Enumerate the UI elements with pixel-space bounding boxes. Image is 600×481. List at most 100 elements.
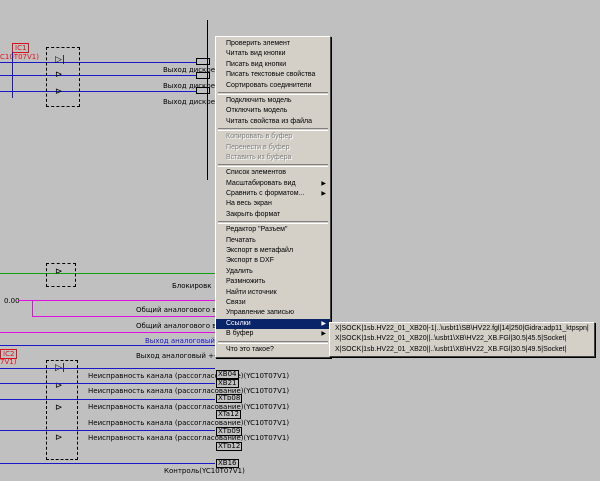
menu-label: Связи — [226, 298, 246, 306]
menu-item-connect-model[interactable]: Подключить модель — [216, 96, 330, 106]
fault-label-5: Неисправность канала (рассогласование)(Y… — [88, 419, 290, 427]
ic2-label: IC2 — [3, 350, 15, 358]
submenu-label: X|SOCK|1sb.HV22_01_XB20|-1|..\usbt1\SB\H… — [335, 325, 589, 332]
wire-analog-5 — [0, 332, 215, 333]
submenu-label: X|SOCK|1sb.HV22_01_XB20||..\usbt1\XB\HV2… — [335, 335, 567, 343]
transistor-icon-5: ⊳ — [55, 403, 63, 413]
value-readout: 0.00 — [4, 297, 20, 305]
context-menu: Проверить элемент Читать вид кнопки Писа… — [215, 36, 331, 358]
menu-label: Масштабировать вид — [226, 179, 296, 187]
menu-bottom-padding — [216, 355, 330, 357]
menu-item-to-buffer[interactable]: В буфер ▶ — [216, 329, 330, 339]
menu-label: Проверить элемент — [226, 40, 291, 47]
menu-label: Размножить — [226, 278, 266, 286]
menu-item-references[interactable]: Ссылки ▶ — [216, 318, 330, 330]
transistor-icon-3: ⊳ — [55, 267, 63, 277]
links-submenu: X|SOCK|1sb.HV22_01_XB20|-1|..\usbt1\SB\H… — [329, 322, 595, 358]
menu-item-read-props-file[interactable]: Читать свойства из файла — [216, 117, 330, 127]
submenu-arrow-icon: ▶ — [321, 331, 326, 338]
menu-item-duplicate[interactable]: Размножить — [216, 277, 330, 287]
menu-item-read-button-view[interactable]: Читать вид кнопки — [216, 49, 330, 59]
fault-label-6: Неисправность канала (рассогласование)(Y… — [88, 434, 290, 442]
transistor-icon-2: ⊳ — [55, 87, 63, 97]
menu-label: Ссылки — [226, 319, 251, 327]
wire-fault-2 — [0, 383, 215, 384]
menu-label: Писать текстовые свойства — [226, 71, 316, 79]
wire-fault-1 — [0, 368, 215, 369]
wire-analog-100 — [0, 345, 215, 346]
fault-tag-2[interactable]: XB21 — [216, 379, 239, 388]
menu-label: Читать вид кнопки — [226, 50, 286, 58]
submenu-bottom-padding — [330, 355, 594, 356]
menu-label: Редактор "Разъем" — [226, 226, 288, 234]
menu-item-whats-this[interactable]: Что это такое? — [216, 345, 330, 355]
menu-item-connector-editor[interactable]: Редактор "Разъем" — [216, 225, 330, 235]
wire-blocking — [0, 273, 215, 274]
wire-analog-drop — [32, 300, 33, 316]
menu-label: Экспорт в метафайл — [226, 247, 294, 255]
menu-item-find-source[interactable]: Найти источник — [216, 288, 330, 298]
menu-label: Сравнить с форматом... — [226, 190, 305, 198]
menu-item-compare-format[interactable]: Сравнить с форматом... ▶ — [216, 189, 330, 199]
ic1-part: C10T07V1) — [0, 53, 39, 61]
menu-item-zoom[interactable]: Масштабировать вид ▶ — [216, 179, 330, 189]
menu-label: Вставить из буфера — [226, 153, 292, 161]
menu-label: Найти источник — [226, 288, 277, 296]
wire-discrete-1 — [0, 62, 200, 63]
menu-label: Копировать в буфер — [226, 133, 293, 141]
fault-tag-6[interactable]: XTb12 — [216, 442, 243, 451]
menu-item-export-dxf[interactable]: Экспорт в DXF — [216, 256, 330, 266]
menu-item-write-text-props[interactable]: Писать текстовые свойства — [216, 70, 330, 80]
menu-item-delete[interactable]: Удалить — [216, 267, 330, 277]
menu-item-close-format[interactable]: Закрыть формат — [216, 210, 330, 220]
fault-tag-1[interactable]: XB04 — [216, 370, 239, 379]
menu-separator — [218, 340, 328, 344]
wire-fault-3 — [0, 399, 215, 400]
menu-label: Печатать — [226, 236, 256, 244]
transistor-icon-6: ⊳ — [55, 433, 63, 443]
menu-item-export-metafile[interactable]: Экспорт в метафайл — [216, 246, 330, 256]
menu-label: На весь экран — [226, 200, 272, 208]
fault-tag-4[interactable]: XTa12 — [216, 410, 241, 419]
submenu-label: X|SOCK|1sb.HV22_01_XB20||..\usbt1\XB\HV2… — [335, 345, 567, 353]
menu-item-write-button-view[interactable]: Писать вид кнопки — [216, 60, 330, 70]
wire-fault-5 — [0, 463, 215, 464]
menu-label: В буфер — [226, 330, 254, 338]
menu-label: Управление записью — [226, 309, 295, 317]
menu-item-copy: Копировать в буфер — [216, 132, 330, 142]
ic1-reference[interactable]: IC1 — [12, 43, 30, 53]
submenu-arrow-icon: ▶ — [321, 320, 326, 327]
menu-label: Экспорт в DXF — [226, 257, 274, 265]
wire-analog-common — [32, 316, 215, 317]
menu-separator — [218, 91, 328, 95]
menu-label: Перенести в буфер — [226, 143, 290, 151]
menu-label: Читать свойства из файла — [226, 117, 312, 125]
wire-discrete-3 — [0, 91, 200, 92]
fault-tag-3[interactable]: XTb08 — [216, 394, 243, 403]
submenu-link-3[interactable]: X|SOCK|1sb.HV22_01_XB20||..\usbt1\XB\HV2… — [330, 345, 594, 355]
menu-label: Список элементов — [226, 169, 286, 177]
menu-label: Что это такое? — [226, 345, 274, 353]
menu-item-sort-connectors[interactable]: Сортировать соединители — [216, 81, 330, 91]
menu-separator — [218, 164, 328, 168]
submenu-link-2[interactable]: X|SOCK|1sb.HV22_01_XB20||..\usbt1\XB\HV2… — [330, 334, 594, 344]
menu-item-full-screen[interactable]: На весь экран — [216, 199, 330, 209]
menu-item-check-element[interactable]: Проверить элемент — [216, 39, 330, 49]
wire-discrete-2 — [0, 75, 200, 76]
wire-fault-4 — [0, 430, 215, 431]
menu-item-element-list[interactable]: Список элементов — [216, 168, 330, 178]
menu-item-links[interactable]: Связи — [216, 298, 330, 308]
submenu-arrow-icon: ▶ — [321, 191, 326, 198]
menu-label: Подключить модель — [226, 96, 292, 104]
menu-item-record-control[interactable]: Управление записью — [216, 308, 330, 318]
menu-item-disconnect-model[interactable]: Отключить модель — [216, 106, 330, 116]
menu-separator — [218, 221, 328, 225]
submenu-link-1[interactable]: X|SOCK|1sb.HV22_01_XB20|-1|..\usbt1\SB\H… — [330, 324, 594, 334]
menu-label: Удалить — [226, 267, 253, 275]
menu-item-print[interactable]: Печатать — [216, 236, 330, 246]
menu-item-cut: Перенести в буфер — [216, 143, 330, 153]
submenu-arrow-icon: ▶ — [321, 180, 326, 187]
fault-label-2: Неисправность канала (рассогласование)(Y… — [88, 387, 290, 395]
menu-separator — [218, 128, 328, 132]
ic2-part: 7V1) — [0, 358, 17, 366]
